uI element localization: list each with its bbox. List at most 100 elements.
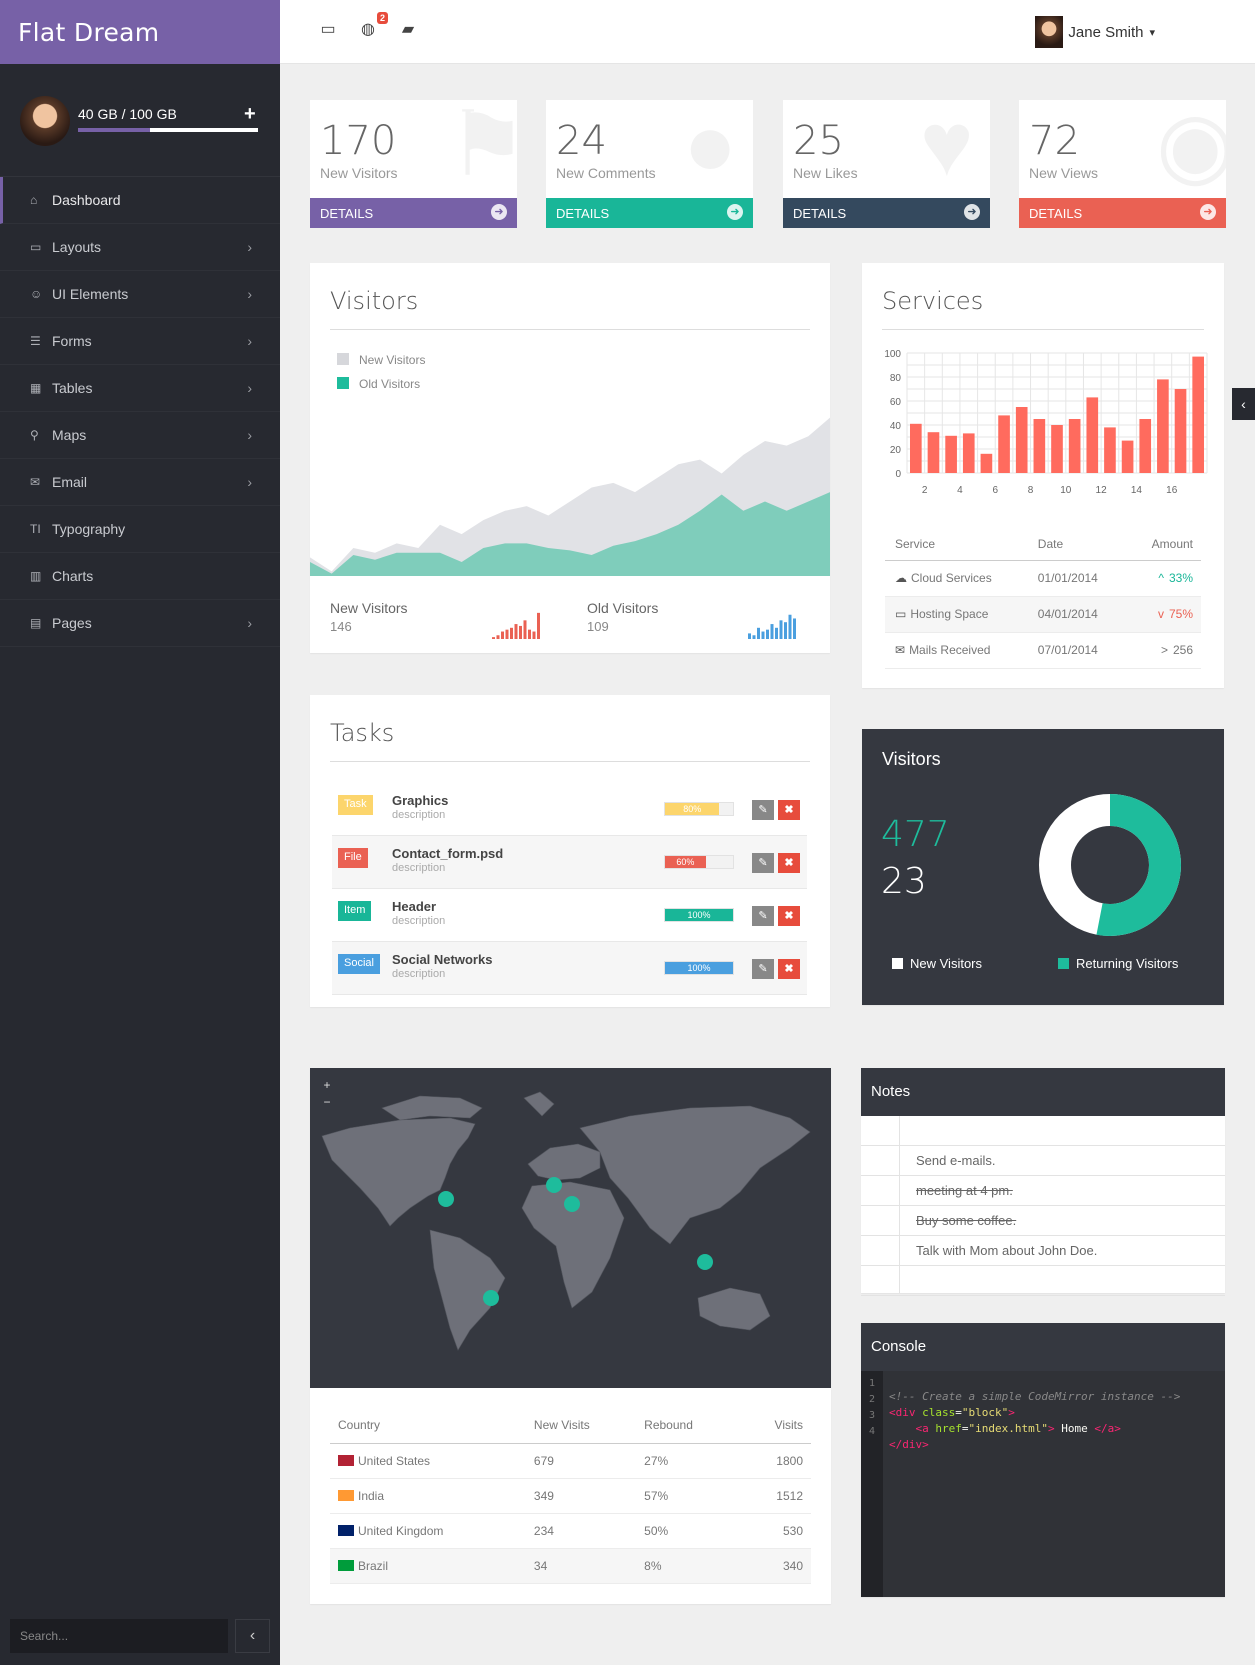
sparkline-bar — [793, 618, 796, 639]
old-visitors-value: 109 — [587, 619, 609, 634]
stat-number: 170 — [320, 118, 397, 164]
note-line[interactable]: Buy some coffee. — [861, 1206, 1225, 1236]
bar — [1192, 356, 1204, 473]
bar — [1068, 419, 1081, 473]
plus-icon[interactable]: + — [244, 104, 256, 124]
donut-chart — [1039, 794, 1181, 936]
stat-box-new-views: ◉ 72 New Views DETAILS ➜ — [1019, 100, 1226, 228]
avatar[interactable] — [20, 96, 70, 146]
note-line[interactable]: Send e-mails. — [861, 1146, 1225, 1176]
sidebar-item-layouts[interactable]: ▭ Layouts › — [0, 224, 280, 271]
edit-button[interactable]: ✎ — [752, 853, 774, 873]
stat-label: New Likes — [793, 165, 858, 181]
x-tick-label: 10 — [1060, 485, 1072, 496]
sidebar-item-pages[interactable]: ▤ Pages › — [0, 600, 280, 647]
services-table: Service Date Amount ☁ Cloud Services 01/01/2… — [885, 528, 1201, 669]
sidebar-item-label: Dashboard — [52, 192, 121, 208]
map-zoom-in-button[interactable]: + — [320, 1078, 334, 1092]
sidebar-item-label: Layouts — [52, 239, 102, 255]
details-button[interactable]: DETAILS ➜ — [310, 198, 517, 228]
task-progress: 80% — [664, 802, 734, 816]
chevron-right-icon: › — [247, 427, 252, 443]
note-line[interactable] — [861, 1266, 1225, 1296]
details-button[interactable]: DETAILS ➜ — [1019, 198, 1226, 228]
sidebar-item-label: UI Elements — [52, 286, 129, 302]
map-zoom-out-button[interactable]: − — [320, 1095, 334, 1109]
y-tick-label: 60 — [890, 397, 902, 408]
note-line[interactable]: Talk with Mom about John Doe. — [861, 1236, 1225, 1266]
x-tick-label: 16 — [1166, 485, 1178, 496]
remove-button[interactable]: ✖ — [778, 906, 800, 926]
top-navbar: ▭ ◍ 2 ▰ Jane Smith ▾ — [280, 0, 1255, 64]
world-map[interactable] — [310, 1068, 831, 1388]
user-menu[interactable]: Jane Smith ▾ — [1035, 16, 1155, 48]
code-editor[interactable]: 1234 <!-- Create a simple CodeMirror ins… — [861, 1371, 1225, 1597]
comments-icon[interactable]: ▰ — [398, 20, 418, 40]
globe-icon[interactable]: ◍ 2 — [358, 12, 388, 40]
remove-button[interactable]: ✖ — [778, 853, 800, 873]
sparkline-bar — [492, 637, 495, 639]
bar — [910, 423, 922, 473]
user-avatar — [1035, 16, 1064, 48]
sidebar-collapse-button[interactable]: ‹ — [235, 1619, 270, 1653]
col-amount: Amount — [1121, 528, 1201, 561]
storage-label: 40 GB / 100 GB — [78, 106, 177, 122]
sidebar-item-label: Maps — [52, 427, 87, 443]
sidebar-search-input[interactable]: Search... — [10, 1619, 228, 1653]
sidebar-item-typography[interactable]: TI Typography — [0, 506, 280, 553]
note-line[interactable]: meeting at 4 pm. — [861, 1176, 1225, 1206]
details-button[interactable]: DETAILS ➜ — [783, 198, 990, 228]
sparkline-bar — [519, 625, 522, 639]
text-height-icon: TI — [30, 522, 41, 536]
sidebar-item-dashboard[interactable]: ⌂ Dashboard — [0, 177, 280, 224]
sparkline-bar — [514, 624, 518, 639]
remove-button[interactable]: ✖ — [778, 959, 800, 979]
flag-icon — [338, 1454, 354, 1466]
task-description: description — [392, 862, 446, 874]
sidebar-item-charts[interactable]: ▥ Charts — [0, 553, 280, 600]
card-title: Visitors — [882, 749, 941, 769]
sidebar-item-ui-elements[interactable]: ☺ UI Elements › — [0, 271, 280, 318]
x-tick-label: 12 — [1096, 485, 1108, 496]
stat-label: New Visitors — [320, 165, 398, 181]
map-marker — [438, 1191, 454, 1207]
sidebar-item-forms[interactable]: ☰ Forms › — [0, 318, 280, 365]
legend-new-visitors[interactable]: New Visitors — [892, 956, 982, 971]
edit-button[interactable]: ✎ — [752, 906, 774, 926]
trend-icon: ^ — [1158, 571, 1164, 585]
brand-logo[interactable]: Flat Dream — [0, 0, 280, 64]
task-row: File Contact_form.psd description 60% ✎ ✖ — [332, 836, 807, 889]
remove-button[interactable]: ✖ — [778, 800, 800, 820]
desktop-icon: ▭ — [30, 240, 42, 254]
task-tag: Item — [338, 901, 372, 921]
arrow-circle-right-icon: ➜ — [491, 204, 507, 220]
flag-icon — [338, 1559, 354, 1571]
arrow-circle-right-icon: ➜ — [964, 204, 980, 220]
details-button[interactable]: DETAILS ➜ — [546, 198, 753, 228]
map-marker — [546, 1177, 562, 1193]
legend-returning-visitors[interactable]: Returning Visitors — [1058, 956, 1178, 971]
user-name: Jane Smith — [1068, 23, 1144, 41]
col-date: Date — [1027, 528, 1122, 561]
map-marker — [564, 1196, 580, 1212]
notes-title: Notes — [861, 1068, 1225, 1116]
note-line[interactable] — [861, 1116, 1225, 1146]
col-visits: Visits — [734, 1407, 811, 1444]
trend-icon: v — [1157, 607, 1164, 621]
sparkline-bar — [537, 612, 540, 639]
x-tick-label: 14 — [1131, 485, 1143, 496]
cloud-icon: ☁ — [895, 571, 907, 585]
side-panel-toggle[interactable]: ‹ — [1232, 388, 1255, 420]
chevron-right-icon: › — [247, 474, 252, 490]
bar — [1104, 427, 1116, 473]
edit-button[interactable]: ✎ — [752, 800, 774, 820]
edit-button[interactable]: ✎ — [752, 959, 774, 979]
task-progress: 100% — [664, 961, 734, 975]
console-card: Console 1234 <!-- Create a simple CodeMi… — [861, 1323, 1225, 1597]
stat-box-new-comments: ● 24 New Comments DETAILS ➜ — [546, 100, 753, 228]
sparkline-bar — [788, 614, 792, 639]
sidebar-item-maps[interactable]: ⚲ Maps › — [0, 412, 280, 459]
sidebar-item-email[interactable]: ✉ Email › — [0, 459, 280, 506]
inbox-icon[interactable]: ▭ — [318, 20, 338, 40]
sidebar-item-tables[interactable]: ▦ Tables › — [0, 365, 280, 412]
